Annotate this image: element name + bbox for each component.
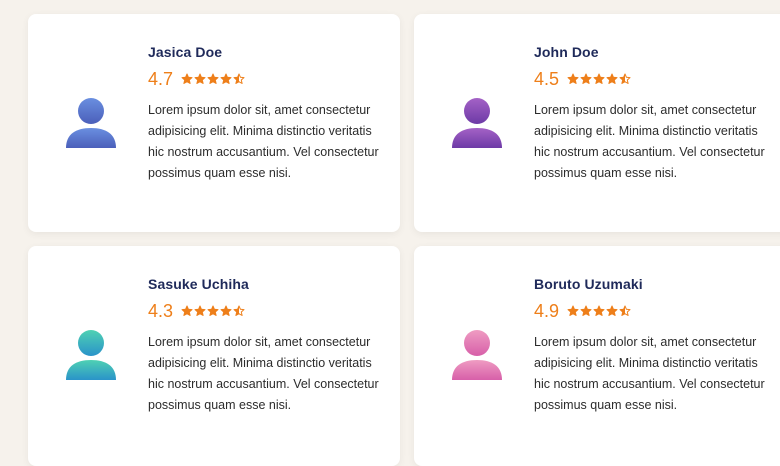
review-text: Lorem ipsum dolor sit, amet consectetur … — [534, 103, 765, 180]
review-card: Sasuke Uchiha 4.3 Lorem ipsum dolor sit,… — [28, 246, 400, 466]
star-icon — [580, 73, 592, 85]
star-icon — [181, 73, 193, 85]
review-card: Jasica Doe 4.7 Lorem ipsum dolor sit, am… — [28, 14, 400, 232]
star-rating — [567, 73, 631, 85]
star-icon — [619, 305, 631, 317]
user-icon — [450, 328, 504, 382]
reviewer-name: Jasica Doe — [148, 44, 223, 60]
star-icon — [619, 73, 631, 85]
star-icon — [606, 305, 618, 317]
review-card: Boruto Uzumaki 4.9 Lorem ipsum dolor sit… — [414, 246, 780, 466]
reviewer-name: Sasuke Uchiha — [148, 276, 249, 292]
star-icon — [207, 73, 219, 85]
rating-row: 4.5 — [534, 68, 774, 90]
review-content: Sasuke Uchiha 4.3 Lorem ipsum dolor sit,… — [148, 276, 388, 416]
rating-value: 4.5 — [534, 68, 560, 89]
star-icon — [606, 73, 618, 85]
star-icon — [233, 73, 245, 85]
user-icon — [64, 96, 118, 150]
star-icon — [593, 305, 605, 317]
star-rating — [181, 305, 245, 317]
rating-value: 4.9 — [534, 300, 560, 321]
user-icon — [450, 96, 504, 150]
star-rating — [181, 73, 245, 85]
review-text: Lorem ipsum dolor sit, amet consectetur … — [534, 335, 765, 412]
reviewer-name: John Doe — [534, 44, 599, 60]
star-icon — [220, 305, 232, 317]
review-card: John Doe 4.5 Lorem ipsum dolor sit, amet… — [414, 14, 780, 232]
review-content: Boruto Uzumaki 4.9 Lorem ipsum dolor sit… — [534, 276, 774, 416]
star-icon — [580, 305, 592, 317]
rating-value: 4.7 — [148, 68, 174, 89]
review-content: John Doe 4.5 Lorem ipsum dolor sit, amet… — [534, 44, 774, 184]
star-icon — [567, 73, 579, 85]
star-icon — [181, 305, 193, 317]
rating-row: 4.9 — [534, 300, 774, 322]
star-icon — [567, 305, 579, 317]
review-text: Lorem ipsum dolor sit, amet consectetur … — [148, 103, 379, 180]
star-icon — [194, 73, 206, 85]
star-rating — [567, 305, 631, 317]
star-icon — [207, 305, 219, 317]
review-text: Lorem ipsum dolor sit, amet consectetur … — [148, 335, 379, 412]
star-icon — [233, 305, 245, 317]
rating-row: 4.7 — [148, 68, 388, 90]
rating-value: 4.3 — [148, 300, 174, 321]
rating-row: 4.3 — [148, 300, 388, 322]
reviewer-name: Boruto Uzumaki — [534, 276, 643, 292]
star-icon — [593, 73, 605, 85]
user-icon — [64, 328, 118, 382]
star-icon — [220, 73, 232, 85]
review-content: Jasica Doe 4.7 Lorem ipsum dolor sit, am… — [148, 44, 388, 184]
star-icon — [194, 305, 206, 317]
